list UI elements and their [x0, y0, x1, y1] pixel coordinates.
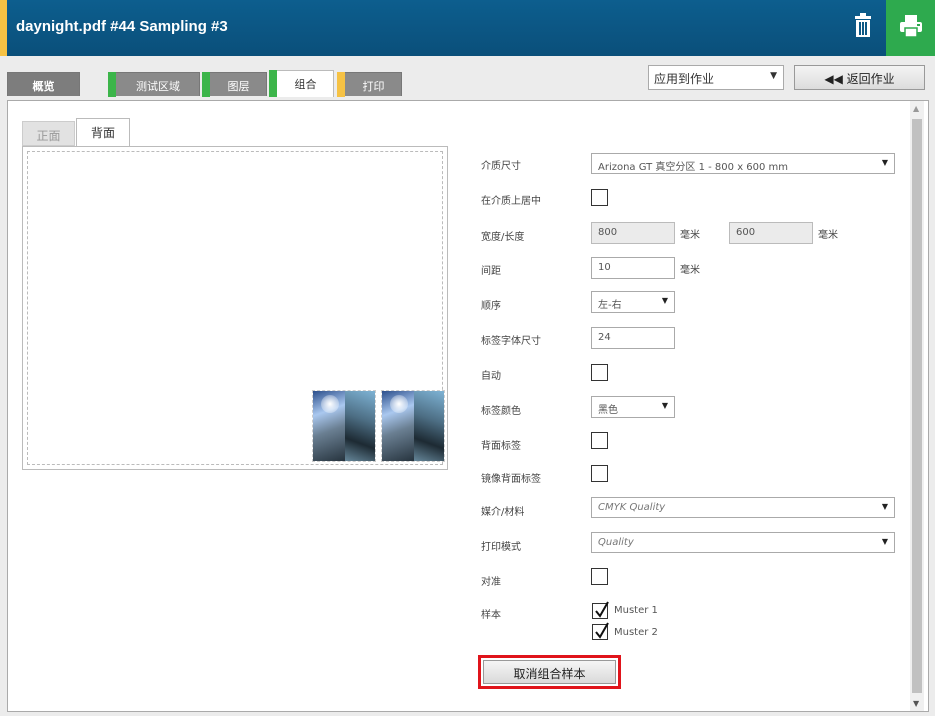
media-size-select[interactable]: Arizona GT 真空分区 1 - 800 x 600 mm ▼ — [591, 153, 895, 174]
tab-status-bar — [337, 72, 345, 97]
chevron-down-icon: ▼ — [661, 296, 668, 305]
spacing-input[interactable]: 10 — [591, 257, 675, 279]
chevron-down-icon: ▼ — [881, 502, 888, 511]
order-value: 左-右 — [598, 300, 622, 311]
label-color-value: 黑色 — [598, 405, 618, 416]
ungroup-highlight: 取消组合样本 — [478, 655, 621, 689]
scroll-down-icon[interactable]: ▼ — [913, 699, 919, 708]
width-length-label: 宽度/长度 — [481, 232, 525, 243]
auto-checkbox[interactable] — [591, 364, 608, 381]
media-size-label: 介质尺寸 — [481, 161, 521, 172]
chevron-down-icon: ▼ — [770, 71, 777, 81]
print-mode-label: 打印模式 — [481, 542, 521, 553]
media-material-value: CMYK Quality — [598, 502, 666, 513]
back-to-job-button[interactable]: ◀◀ 返回作业 — [794, 65, 925, 90]
checkmark-icon — [595, 601, 609, 618]
align-checkbox[interactable] — [591, 568, 608, 585]
order-label: 顺序 — [481, 301, 501, 312]
tab-print-label: 打印 — [362, 80, 385, 93]
media-size-value: Arizona GT 真空分区 1 - 800 x 600 mm — [598, 162, 789, 173]
ungroup-samples-button[interactable]: 取消组合样本 — [483, 660, 616, 684]
order-select[interactable]: 左-右 ▼ — [591, 291, 675, 313]
scrollbar-thumb[interactable] — [912, 119, 922, 693]
tab-layers-label: 图层 — [227, 80, 250, 93]
center-on-media-checkbox[interactable] — [591, 189, 608, 206]
back-label-label: 背面标签 — [481, 441, 521, 452]
label-font-size-label: 标签字体尺寸 — [481, 336, 541, 347]
apply-to-job-value: 应用到作业 — [654, 72, 715, 86]
width-unit: 毫米 — [680, 230, 700, 241]
print-button[interactable] — [886, 0, 935, 56]
checkmark-icon — [595, 622, 609, 639]
tab-layers[interactable]: 图层 — [202, 72, 267, 97]
tab-status-bar — [269, 70, 277, 97]
tab-grouping[interactable]: 组合 — [269, 70, 334, 97]
chevron-down-icon: ▼ — [661, 401, 668, 410]
length-unit: 毫米 — [818, 230, 838, 241]
width-field: 800 — [591, 222, 675, 244]
print-mode-value: Quality — [598, 537, 634, 548]
sample-label-2: Muster 2 — [614, 627, 658, 638]
app-header: daynight.pdf #44 Sampling #3 — [0, 0, 935, 56]
sample-checkbox-2[interactable] — [592, 622, 609, 640]
trash-icon[interactable] — [847, 10, 879, 42]
media-material-label: 媒介/材料 — [481, 507, 525, 518]
tab-print[interactable]: 打印 — [337, 72, 402, 97]
sample-thumbnail[interactable] — [312, 390, 376, 462]
sample-checkbox-1[interactable] — [592, 601, 609, 619]
scroll-up-icon[interactable]: ▲ — [913, 104, 919, 113]
length-field: 600 — [729, 222, 813, 244]
center-on-media-label: 在介质上居中 — [481, 196, 541, 207]
thumbnail-highlight — [321, 395, 339, 413]
label-color-select[interactable]: 黑色 ▼ — [591, 396, 675, 418]
apply-to-job-select[interactable]: 应用到作业 ▼ — [648, 65, 784, 90]
chevron-down-icon: ▼ — [881, 158, 888, 167]
tab-front-side[interactable]: 正面 — [22, 121, 75, 146]
auto-label: 自动 — [481, 371, 501, 382]
samples-label: 样本 — [481, 610, 501, 621]
thumbnail-highlight — [390, 395, 408, 413]
header-accent — [0, 0, 7, 56]
label-font-size-input[interactable]: 24 — [591, 327, 675, 349]
media-material-select[interactable]: CMYK Quality ▼ — [591, 497, 895, 518]
tab-test-area[interactable]: 测试区域 — [108, 72, 200, 97]
print-mode-select[interactable]: Quality ▼ — [591, 532, 895, 553]
sample-label-1: Muster 1 — [614, 605, 658, 616]
thumbnail-image-right — [414, 391, 444, 461]
tab-back-side[interactable]: 背面 — [76, 118, 130, 147]
label-color-label: 标签颜色 — [481, 406, 521, 417]
chevron-down-icon: ▼ — [881, 537, 888, 546]
tab-overview[interactable]: 概览 — [7, 72, 80, 96]
spacing-unit: 毫米 — [680, 265, 700, 276]
page-title: daynight.pdf #44 Sampling #3 — [16, 18, 228, 35]
tab-grouping-label: 组合 — [294, 78, 317, 91]
sample-thumbnail[interactable] — [381, 390, 445, 462]
spacing-label: 间距 — [481, 266, 501, 277]
vertical-scrollbar[interactable]: ▲ ▼ — [910, 101, 924, 711]
mirror-back-label-label: 镜像背面标签 — [481, 474, 541, 485]
printer-icon — [900, 15, 922, 38]
thumbnail-image-right — [345, 391, 375, 461]
align-label: 对准 — [481, 577, 501, 588]
tab-overview-label: 概览 — [32, 80, 55, 93]
tab-status-bar — [108, 72, 116, 97]
tab-test-area-label: 测试区域 — [136, 80, 180, 93]
mirror-back-label-checkbox[interactable] — [591, 465, 608, 482]
back-label-checkbox[interactable] — [591, 432, 608, 449]
tab-status-bar — [202, 72, 210, 97]
